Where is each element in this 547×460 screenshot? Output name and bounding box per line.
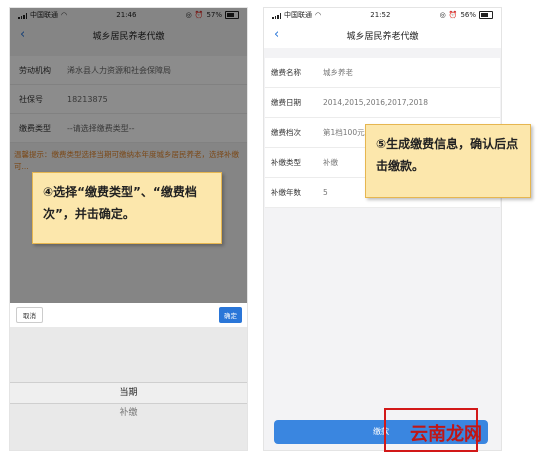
info-value: 5 [323,188,328,197]
signal-icon [272,12,281,19]
status-time: 21:52 [370,11,391,19]
info-label: 缴费档次 [271,128,301,137]
carrier-name: 中国联通 [284,11,312,19]
battery-percent: 56% [460,11,476,19]
info-value: 补缴 [323,158,338,167]
info-row-name: 缴费名称 城乡养老 [265,58,500,88]
alarm-icon: ⏰ [448,11,458,19]
status-bar: 中国联通 ◠ 21:52 ◎ ⏰ 56% [264,8,501,22]
back-arrow-icon[interactable]: ‹ [274,25,279,45]
right-phone-screen: 中国联通 ◠ 21:52 ◎ ⏰ 56% ‹ 城乡居民养老代缴 缴费名称 城乡养… [264,8,501,450]
cancel-button[interactable]: 取消 [16,307,43,323]
info-value: 城乡养老 [323,68,353,77]
wifi-icon: ◠ [315,11,322,19]
info-row-dates: 缴费日期 2014,2015,2016,2017,2018 [265,88,500,118]
info-label: 缴费日期 [271,98,301,107]
watermark-text: 云南龙网 [410,424,482,445]
instruction-callout-step5: ⑤生成缴费信息，确认后点击缴款。 [365,124,531,198]
info-value: 第1档100元 [323,128,365,137]
picker-option-back-pay[interactable]: 补缴 [10,405,247,418]
info-value: 2014,2015,2016,2017,2018 [323,98,428,107]
picker-option-current[interactable]: 当期 [10,382,247,404]
info-label: 补缴年数 [271,188,301,197]
page-title: 城乡居民养老代缴 [346,31,419,42]
picker-wheel[interactable]: 当期 补缴 [10,327,247,450]
info-label: 缴费名称 [271,68,301,77]
info-label: 补缴类型 [271,158,301,167]
instruction-callout-step4: ④选择“缴费类型”、“缴费档次”，并击确定。 [32,172,222,244]
picker-sheet: 取消 确定 当期 补缴 [10,303,247,450]
battery-icon [479,11,493,19]
picker-toolbar: 取消 确定 [10,303,247,328]
confirm-button[interactable]: 确定 [219,307,242,323]
modal-mask[interactable] [10,8,247,303]
nav-bar: ‹ 城乡居民养老代缴 [264,22,501,48]
location-icon: ◎ [439,11,446,19]
